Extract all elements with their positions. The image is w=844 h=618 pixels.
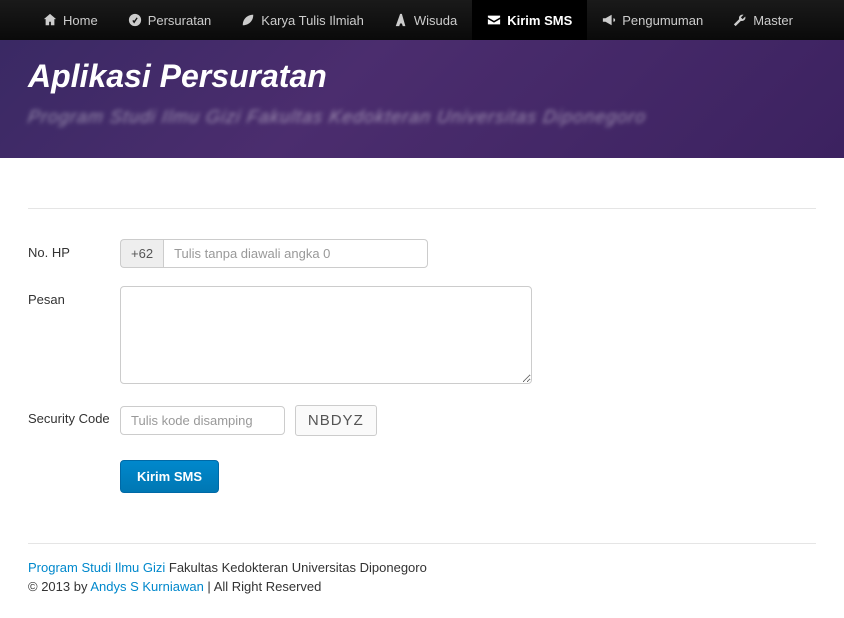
- road-icon: [394, 13, 408, 27]
- row-no-hp: No. HP +62: [28, 239, 816, 268]
- nav-label: Home: [63, 13, 98, 28]
- nav-master[interactable]: Master: [718, 0, 808, 40]
- home-icon: [43, 13, 57, 27]
- page-subtitle: Program Studi Ilmu Gizi Fakultas Kedokte…: [27, 107, 818, 128]
- nav-pengumuman[interactable]: Pengumuman: [587, 0, 718, 40]
- nav-karya-tulis[interactable]: Karya Tulis Ilmiah: [226, 0, 379, 40]
- nav-label: Wisuda: [414, 13, 457, 28]
- wrench-icon: [733, 13, 747, 27]
- nav-persuratan[interactable]: Persuratan: [113, 0, 227, 40]
- submit-button[interactable]: Kirim SMS: [120, 460, 219, 493]
- pesan-label: Pesan: [28, 286, 120, 307]
- phone-prefix-addon: +62: [120, 239, 163, 268]
- main-content: No. HP +62 Pesan Security Code NBDYZ Kir…: [0, 158, 844, 513]
- no-hp-input[interactable]: [163, 239, 428, 268]
- security-code-label: Security Code: [28, 405, 120, 426]
- footer-copyright-prefix: © 2013 by: [28, 579, 90, 594]
- edit-icon: [128, 13, 142, 27]
- nav-label: Master: [753, 13, 793, 28]
- page-header: Aplikasi Persuratan Program Studi Ilmu G…: [0, 40, 844, 158]
- pesan-textarea[interactable]: [120, 286, 532, 384]
- divider: [28, 208, 816, 209]
- no-hp-label: No. HP: [28, 239, 120, 260]
- footer-link-prodi[interactable]: Program Studi Ilmu Gizi: [28, 560, 165, 575]
- row-pesan: Pesan: [28, 286, 816, 387]
- nav-label: Persuratan: [148, 13, 212, 28]
- footer-text-fakultas: Fakultas Kedokteran Universitas Diponego…: [165, 560, 427, 575]
- leaf-icon: [241, 13, 255, 27]
- nav-wisuda[interactable]: Wisuda: [379, 0, 472, 40]
- envelope-icon: [487, 13, 501, 27]
- bullhorn-icon: [602, 13, 616, 27]
- top-navbar: Home Persuratan Karya Tulis Ilmiah Wisud…: [0, 0, 844, 40]
- nav-label: Karya Tulis Ilmiah: [261, 13, 364, 28]
- footer-rights: | All Right Reserved: [204, 579, 322, 594]
- nav-kirim-sms[interactable]: Kirim SMS: [472, 0, 587, 40]
- captcha-display: NBDYZ: [295, 405, 377, 436]
- footer-link-author[interactable]: Andys S Kurniawan: [90, 579, 203, 594]
- security-code-input[interactable]: [120, 406, 285, 435]
- nav-label: Pengumuman: [622, 13, 703, 28]
- nav-label: Kirim SMS: [507, 13, 572, 28]
- footer: Program Studi Ilmu Gizi Fakultas Kedokte…: [28, 543, 816, 614]
- page-title: Aplikasi Persuratan: [28, 58, 816, 95]
- nav-home[interactable]: Home: [28, 0, 113, 40]
- row-security-code: Security Code NBDYZ: [28, 405, 816, 436]
